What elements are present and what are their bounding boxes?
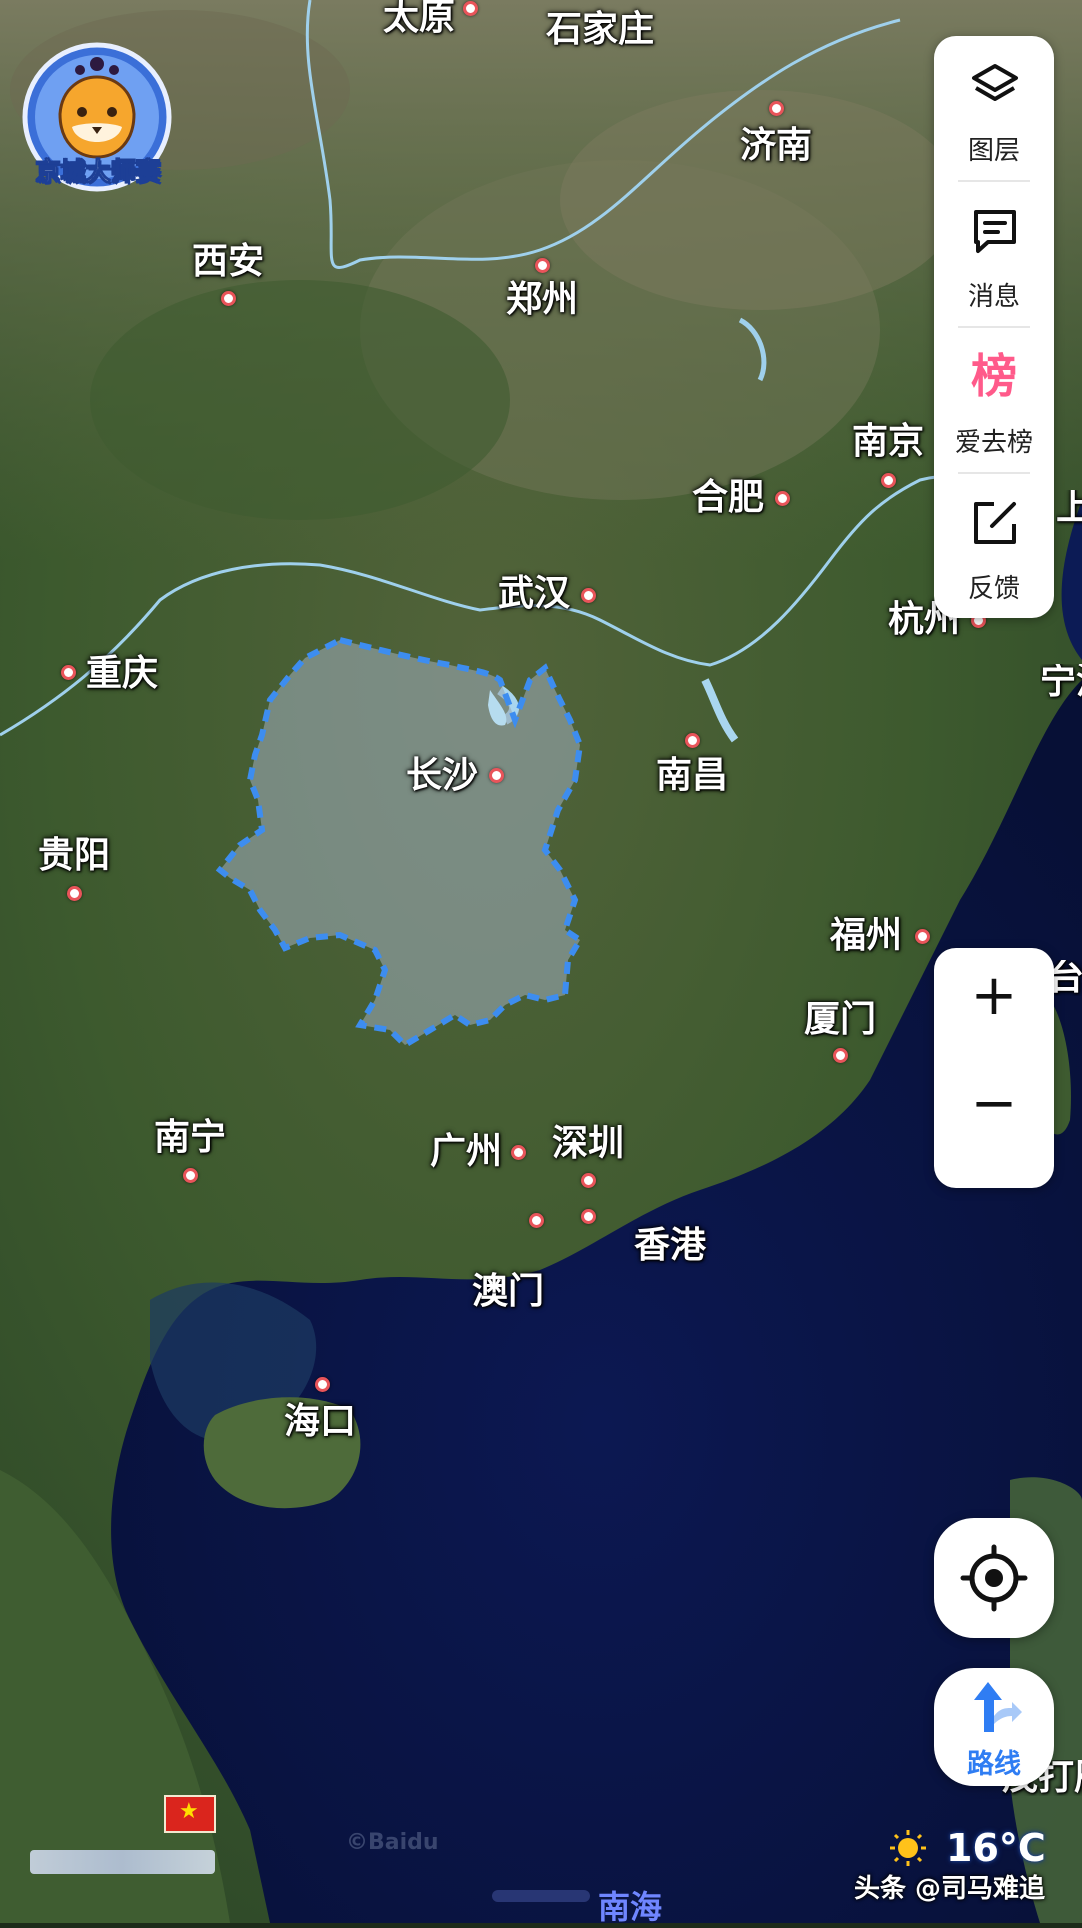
city-dot[interactable] (221, 291, 236, 306)
city-label[interactable]: 合肥 (692, 480, 764, 516)
city-dot[interactable] (915, 929, 930, 944)
city-label[interactable]: 太原 (383, 0, 455, 36)
weather-temp: 16°C (946, 1826, 1046, 1870)
event-badge[interactable]: 京城大师赛 (22, 42, 172, 192)
route-label: 路线 (967, 1749, 1021, 1780)
locate-icon (960, 1544, 1028, 1612)
home-indicator (492, 1890, 590, 1902)
messages-label: 消息 (967, 282, 1020, 312)
city-label[interactable]: 广州 (430, 1134, 502, 1170)
city-label[interactable]: 海口 (284, 1404, 356, 1440)
city-label[interactable]: 西安 (192, 244, 264, 280)
city-label[interactable]: 南宁 (154, 1120, 226, 1156)
zoom-out-button[interactable]: − (934, 1068, 1054, 1188)
city-label[interactable]: 石家庄 (546, 12, 654, 48)
city-dot[interactable] (581, 1173, 596, 1188)
ranking-label: 爱去榜 (954, 428, 1033, 458)
city-label[interactable]: 深圳 (552, 1126, 624, 1162)
route-button[interactable]: 路线 (934, 1668, 1054, 1786)
city-dot[interactable] (535, 258, 550, 273)
badge-text: 京城大师赛 (35, 157, 161, 187)
city-dot[interactable] (775, 491, 790, 506)
watermark: ©Baidu (346, 1830, 439, 1855)
locate-button[interactable] (934, 1518, 1054, 1638)
message-icon (974, 210, 1016, 253)
scale-bar (30, 1850, 215, 1874)
feedback-button[interactable]: 反馈 (934, 474, 1054, 620)
city-label[interactable]: 厦门 (804, 1002, 876, 1038)
attribution: 头条 @司马难追 (854, 1874, 1046, 1904)
city-label[interactable]: 南京 (852, 424, 924, 460)
layers-icon (972, 64, 1018, 101)
map-toolbar: 图层 消息 榜 爱去榜 反馈 (934, 36, 1054, 618)
city-label[interactable]: 福州 (830, 918, 902, 954)
city-label[interactable]: 重庆 (86, 656, 158, 692)
city-label[interactable]: 宁波 (1040, 664, 1082, 700)
sea-label: 南海 (598, 1888, 663, 1926)
city-label[interactable]: 济南 (740, 128, 812, 164)
city-dot[interactable] (511, 1145, 526, 1160)
zoom-in-label: + (970, 963, 1018, 1028)
city-label[interactable]: 上海 (1056, 490, 1082, 526)
city-dot[interactable] (581, 1209, 596, 1224)
city-dot[interactable] (489, 768, 504, 783)
city-label[interactable]: 澳门 (472, 1274, 544, 1310)
city-label[interactable]: 长沙 (406, 758, 478, 794)
city-dot[interactable] (685, 733, 700, 748)
layers-label: 图层 (967, 136, 1020, 166)
ranking-button[interactable]: 榜 爱去榜 (934, 328, 1054, 474)
city-label[interactable]: 香港 (634, 1228, 706, 1264)
city-label[interactable]: 南昌 (656, 758, 728, 794)
city-dot[interactable] (881, 473, 896, 488)
zoom-in-button[interactable]: + (934, 948, 1054, 1068)
city-dot[interactable] (833, 1048, 848, 1063)
city-dot[interactable] (183, 1168, 198, 1183)
feedback-label: 反馈 (967, 574, 1020, 604)
city-dot[interactable] (61, 665, 76, 680)
zoom-control: + − (934, 948, 1054, 1188)
city-dot[interactable] (315, 1377, 330, 1392)
zoom-out-label: − (970, 1071, 1018, 1136)
feedback-icon (974, 502, 1016, 544)
city-dot[interactable] (463, 1, 478, 16)
messages-button[interactable]: 消息 (934, 182, 1054, 328)
sun-icon (888, 1828, 928, 1868)
city-dot[interactable] (769, 101, 784, 116)
ranking-icon: 榜 (971, 349, 1017, 403)
city-label[interactable]: 武汉 (498, 576, 570, 612)
layers-button[interactable]: 图层 (934, 36, 1054, 182)
city-dot[interactable] (67, 886, 82, 901)
city-dot[interactable] (529, 1213, 544, 1228)
route-arrow-icon (974, 1682, 1022, 1732)
city-dot[interactable] (581, 588, 596, 603)
city-label[interactable]: 贵阳 (38, 838, 110, 874)
city-label[interactable]: 郑州 (506, 282, 578, 318)
vietnam-flag-icon: ★ (164, 1795, 216, 1833)
